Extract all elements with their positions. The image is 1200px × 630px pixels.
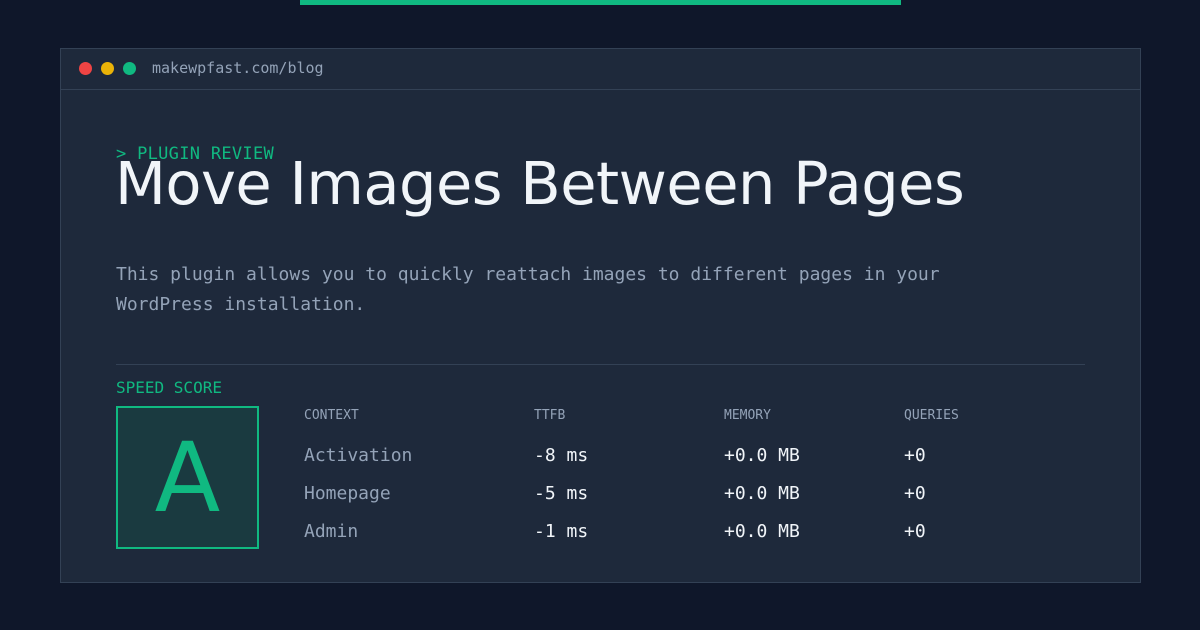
url-text: makewpfast.com/blog (152, 59, 324, 77)
close-dot-icon[interactable] (79, 62, 92, 75)
plugin-description: This plugin allows you to quickly reatta… (116, 264, 940, 315)
cell-context: Admin (304, 521, 359, 542)
speed-grade-box: A (116, 406, 259, 549)
header-ttfb: TTFB (534, 408, 566, 423)
cell-memory: +0.0 MB (724, 521, 800, 542)
header-queries: QUERIES (904, 408, 959, 423)
section-divider (116, 364, 1085, 365)
speed-grade: A (154, 421, 221, 534)
speed-score-label: SPEED SCORE (116, 378, 222, 397)
cell-queries: +0 (904, 521, 926, 542)
cell-context: Homepage (304, 483, 391, 504)
cell-queries: +0 (904, 445, 926, 466)
cell-memory: +0.0 MB (724, 445, 800, 466)
cell-queries: +0 (904, 483, 926, 504)
cell-memory: +0.0 MB (724, 483, 800, 504)
page-title: Move Images Between Pages (115, 149, 965, 218)
window-titlebar: makewpfast.com/blog (61, 49, 1140, 90)
cell-ttfb: -5 ms (534, 483, 589, 504)
minimize-dot-icon[interactable] (101, 62, 114, 75)
top-accent-bar (300, 0, 901, 5)
cell-context: Activation (304, 445, 413, 466)
header-memory: MEMORY (724, 408, 771, 423)
cell-ttfb: -8 ms (534, 445, 589, 466)
browser-window: makewpfast.com/blog > PLUGIN REVIEW Move… (60, 48, 1141, 583)
header-context: CONTEXT (304, 408, 359, 423)
cell-ttfb: -1 ms (534, 521, 589, 542)
maximize-dot-icon[interactable] (123, 62, 136, 75)
